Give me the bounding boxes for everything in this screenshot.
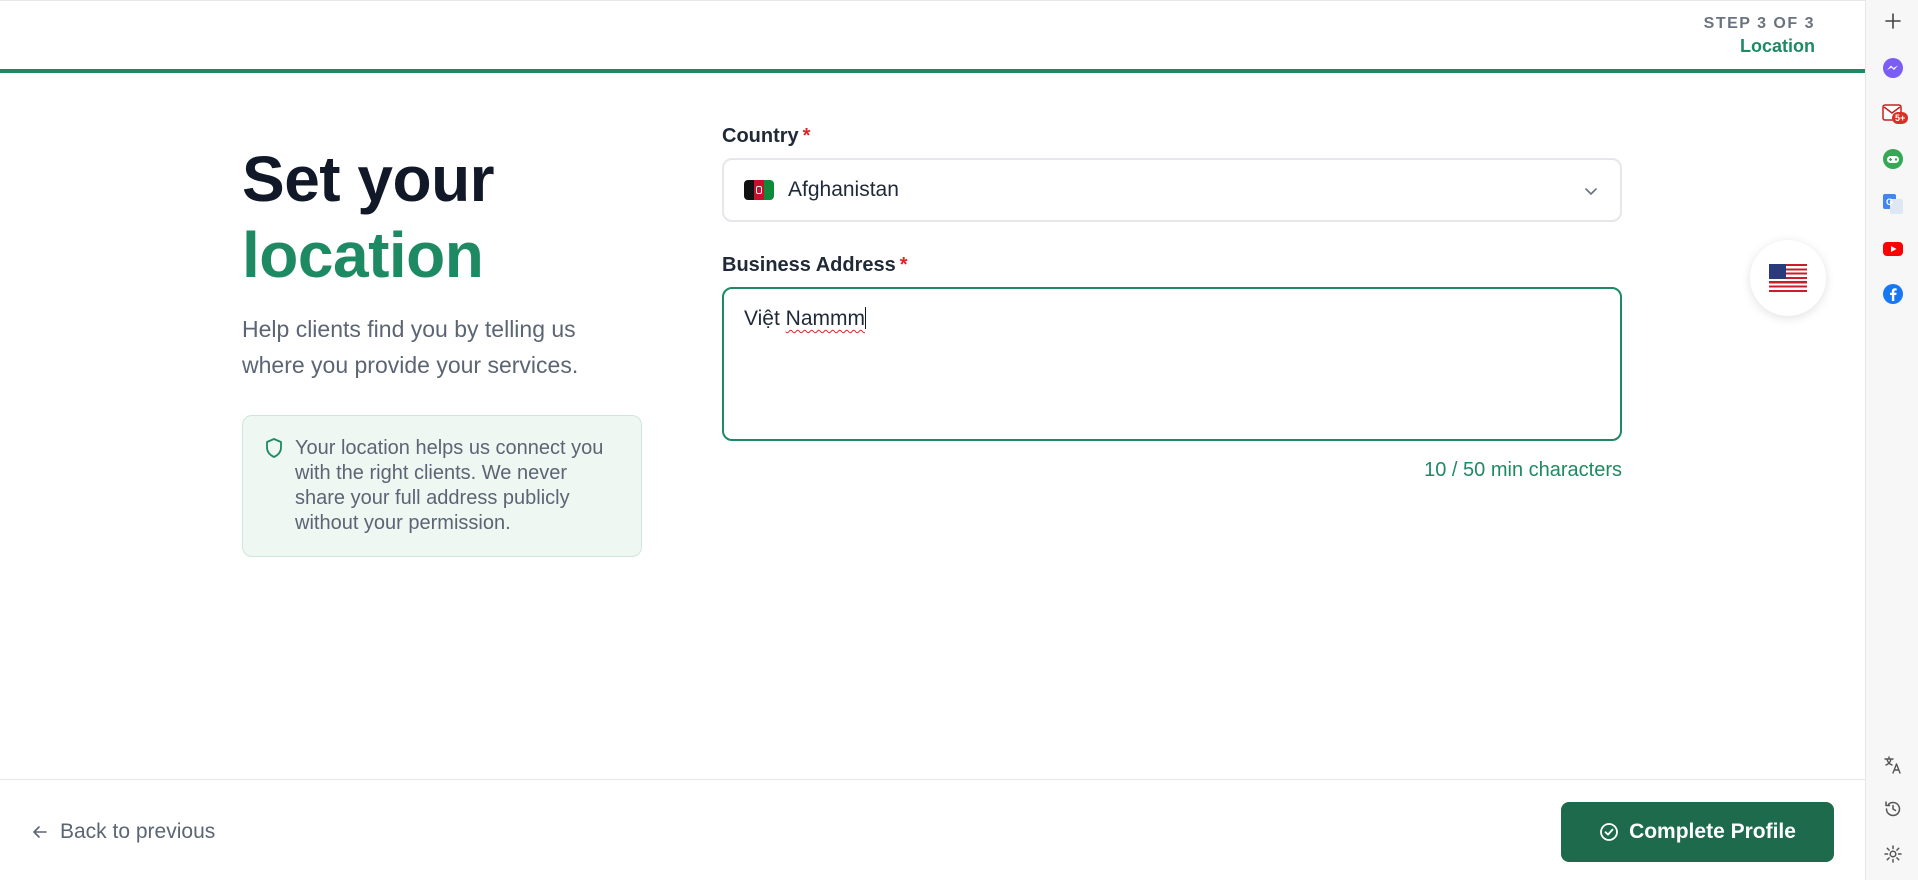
google-translate-icon[interactable]: G bbox=[1882, 193, 1904, 215]
address-word-1: Việt bbox=[744, 307, 780, 330]
progress-header: STEP 3 OF 3 Location bbox=[0, 1, 1865, 73]
arrow-left-icon bbox=[33, 826, 47, 838]
step-indicator: STEP 3 OF 3 Location bbox=[1704, 15, 1815, 57]
country-label: Country * bbox=[722, 125, 1622, 148]
mail-badge-icon[interactable]: 5+ bbox=[1882, 102, 1909, 124]
complete-profile-button[interactable]: Complete Profile bbox=[1561, 802, 1834, 862]
country-select[interactable]: Afghanistan bbox=[722, 158, 1622, 222]
country-label-text: Country bbox=[722, 125, 799, 147]
required-mark: * bbox=[802, 125, 811, 147]
facebook-icon[interactable] bbox=[1882, 283, 1904, 305]
complete-profile-label: Complete Profile bbox=[1629, 820, 1796, 843]
page-title-line1: Set your bbox=[242, 143, 495, 215]
step-name: Location bbox=[1740, 36, 1815, 56]
privacy-info-box: Your location helps us connect you with … bbox=[242, 415, 642, 557]
back-button-label: Back to previous bbox=[60, 820, 216, 843]
location-form: Country * Afghanistan Business Address * V… bbox=[722, 125, 1622, 482]
shield-icon bbox=[266, 438, 282, 458]
country-select-value: Afghanistan bbox=[788, 178, 899, 201]
check-circle-icon bbox=[1600, 823, 1618, 841]
required-mark: * bbox=[899, 254, 908, 276]
text-caret bbox=[864, 307, 866, 329]
address-word-2: Nammm bbox=[785, 307, 865, 330]
page-title-line2: location bbox=[242, 219, 484, 291]
page-subtitle: Help clients find you by telling us wher… bbox=[242, 316, 579, 378]
app-window: STEP 3 OF 3 Location Set your location H… bbox=[0, 0, 1865, 880]
intro-panel: Set your location Help clients find you … bbox=[242, 141, 642, 557]
messenger-icon[interactable] bbox=[1882, 57, 1904, 79]
privacy-info-text: Your location helps us connect you with … bbox=[295, 437, 604, 534]
history-icon[interactable] bbox=[1882, 798, 1904, 820]
afghanistan-flag-icon bbox=[744, 180, 774, 200]
character-counter: 10 / 50 min characters bbox=[1424, 459, 1622, 481]
footer-bar: Back to previous Complete Profile bbox=[0, 779, 1865, 880]
step-count: STEP 3 OF 3 bbox=[1703, 15, 1815, 32]
gamepad-icon[interactable] bbox=[1882, 148, 1904, 170]
settings-icon[interactable] bbox=[1882, 843, 1904, 865]
youtube-icon[interactable] bbox=[1882, 238, 1904, 260]
plus-icon[interactable] bbox=[1882, 10, 1904, 32]
language-switcher-button[interactable] bbox=[1750, 240, 1826, 316]
back-button[interactable]: Back to previous bbox=[32, 820, 215, 844]
mail-badge-count: 5+ bbox=[1892, 112, 1909, 124]
us-flag-icon bbox=[1769, 264, 1807, 292]
svg-text:G: G bbox=[1886, 197, 1893, 207]
translate-icon[interactable] bbox=[1882, 754, 1904, 776]
address-label: Business Address * bbox=[722, 254, 1622, 277]
browser-sidebar: 5+ G bbox=[1865, 0, 1918, 880]
chevron-down-icon bbox=[1585, 188, 1597, 195]
business-address-input[interactable]: Việt Nammm bbox=[722, 287, 1622, 441]
address-label-text: Business Address bbox=[722, 254, 896, 276]
